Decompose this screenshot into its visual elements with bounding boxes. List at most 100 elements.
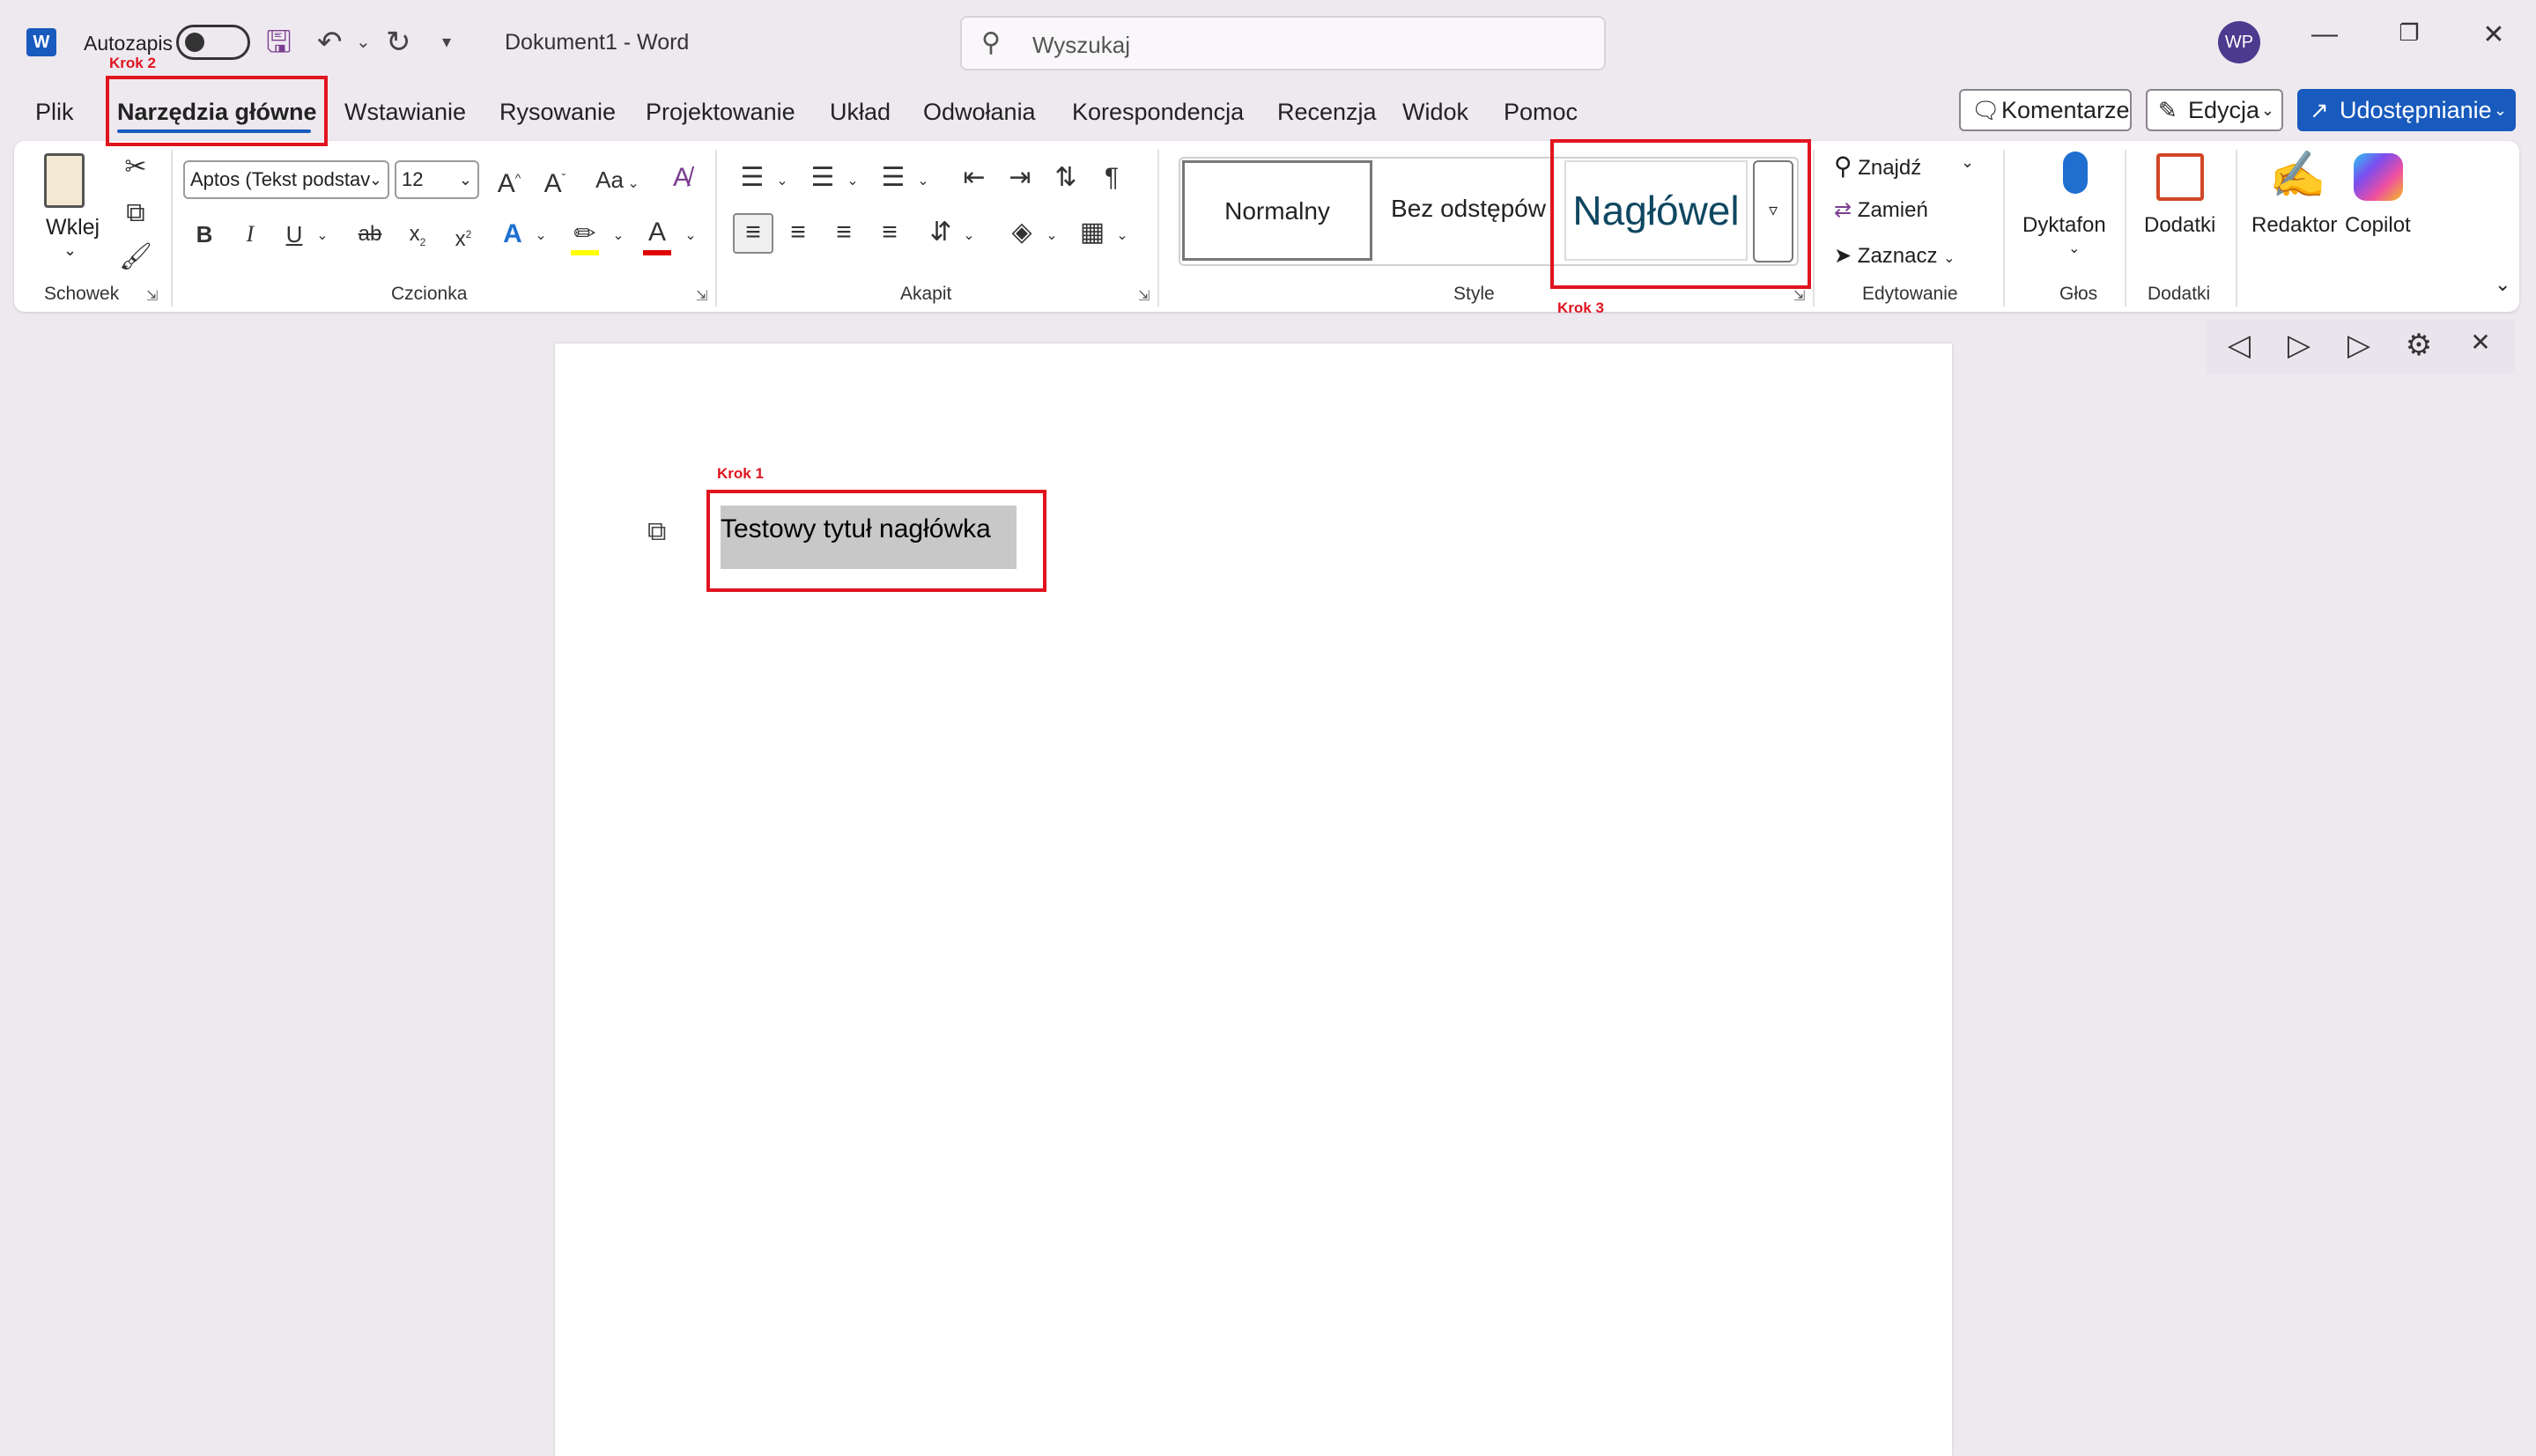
- align-right-icon[interactable]: ≡: [826, 215, 861, 250]
- style-no-spacing[interactable]: Bez odstępów: [1376, 160, 1561, 261]
- italic-icon[interactable]: I: [233, 217, 268, 252]
- minimize-icon[interactable]: —: [2303, 19, 2347, 49]
- restore-icon[interactable]: ❐: [2387, 19, 2431, 47]
- text-effects-dropdown-icon[interactable]: ⌄: [530, 218, 551, 254]
- copilot-label[interactable]: Copilot: [2345, 213, 2411, 238]
- voice-group-label: Głos: [2059, 284, 2098, 304]
- multilevel-dropdown-icon[interactable]: ⌄: [913, 164, 934, 199]
- numbering-dropdown-icon[interactable]: ⌄: [842, 164, 863, 199]
- multilevel-list-icon[interactable]: ☰: [876, 160, 911, 196]
- clear-formatting-icon[interactable]: A̸: [662, 160, 701, 196]
- line-spacing-dropdown-icon[interactable]: ⌄: [958, 218, 980, 254]
- tab-review[interactable]: Recenzja: [1277, 99, 1377, 126]
- paste-icon[interactable]: [44, 153, 85, 208]
- play-icon[interactable]: ▷: [2277, 328, 2321, 363]
- divider: [2236, 150, 2237, 307]
- styles-launcher-icon[interactable]: ⇲: [1793, 287, 1805, 305]
- format-painter-icon[interactable]: 🖌: [118, 240, 153, 275]
- editing-label: Edycja: [2188, 97, 2260, 123]
- close-read-aloud-icon[interactable]: ✕: [2458, 328, 2503, 357]
- show-formatting-icon[interactable]: ¶: [1094, 160, 1129, 196]
- tab-references[interactable]: Odwołania: [923, 99, 1036, 126]
- tab-file[interactable]: Plik: [35, 99, 74, 126]
- editing-mode-button[interactable]: ✎ Edycja ⌄: [2146, 89, 2283, 131]
- cut-icon[interactable]: ✂: [118, 150, 153, 185]
- addins-label[interactable]: Dodatki: [2144, 213, 2215, 238]
- font-color-dropdown-icon[interactable]: ⌄: [680, 218, 701, 254]
- numbering-icon[interactable]: ☰: [805, 160, 840, 196]
- share-button[interactable]: ↗ Udostępnianie ⌄: [2297, 89, 2516, 131]
- align-center-icon[interactable]: ≡: [780, 215, 816, 250]
- subscript-icon[interactable]: x2: [398, 217, 437, 260]
- save-icon[interactable]: 🖫: [266, 23, 292, 62]
- undo-icon[interactable]: ↶: [317, 23, 343, 62]
- previous-icon[interactable]: ◁: [2217, 328, 2261, 363]
- font-name-combo[interactable]: Aptos (Tekst podstav ⌄: [183, 160, 389, 199]
- shading-dropdown-icon[interactable]: ⌄: [1041, 218, 1062, 254]
- justify-icon[interactable]: ≡: [872, 215, 907, 250]
- replace-button[interactable]: ⇄ Zamień: [1834, 197, 1928, 223]
- highlight-icon[interactable]: ✏: [566, 217, 604, 252]
- clipboard-launcher-icon[interactable]: ⇲: [146, 287, 158, 305]
- undo-dropdown-icon[interactable]: ⌄: [356, 23, 371, 62]
- tab-view[interactable]: Widok: [1402, 99, 1468, 126]
- sort-icon[interactable]: ⇅: [1048, 160, 1083, 196]
- strikethrough-icon[interactable]: ab: [351, 217, 389, 252]
- select-button[interactable]: ➤ Zaznacz ⌄: [1834, 243, 1956, 269]
- increase-indent-icon[interactable]: ⇥: [1002, 160, 1038, 196]
- bullets-icon[interactable]: ☰: [735, 160, 770, 196]
- copilot-margin-icon[interactable]: ⧉: [647, 517, 666, 547]
- tab-mailings[interactable]: Korespondencja: [1072, 99, 1244, 126]
- grow-font-icon[interactable]: A^: [490, 160, 529, 202]
- copy-icon[interactable]: ⧉: [118, 196, 153, 231]
- dictate-dropdown-icon[interactable]: ⌄: [2068, 240, 2080, 257]
- editor-label[interactable]: Redaktor: [2251, 213, 2337, 238]
- tab-help[interactable]: Pomoc: [1504, 99, 1578, 126]
- search-icon: ⚲: [981, 28, 1001, 57]
- addins-icon[interactable]: [2156, 153, 2204, 201]
- paste-label[interactable]: Wklej: [46, 215, 100, 240]
- font-color-icon[interactable]: A: [638, 215, 677, 250]
- tab-draw[interactable]: Rysowanie: [499, 99, 616, 126]
- line-spacing-icon[interactable]: ⇵: [923, 215, 958, 250]
- underline-dropdown-icon[interactable]: ⌄: [312, 218, 333, 254]
- editor-icon[interactable]: ✍: [2269, 148, 2326, 202]
- search-box[interactable]: ⚲ Wyszukaj: [960, 16, 1606, 70]
- close-icon[interactable]: ✕: [2472, 19, 2516, 50]
- borders-dropdown-icon[interactable]: ⌄: [1112, 218, 1133, 254]
- underline-icon[interactable]: U: [277, 217, 312, 252]
- tab-design[interactable]: Projektowanie: [646, 99, 795, 126]
- text-effects-icon[interactable]: A: [493, 217, 532, 252]
- align-left-icon[interactable]: ≡: [733, 213, 773, 254]
- collapse-ribbon-icon[interactable]: ⌄: [2495, 273, 2510, 296]
- find-dropdown-icon[interactable]: ⌄: [1961, 153, 1974, 172]
- annotation-label-step3: Krok 3: [1557, 299, 1604, 316]
- style-normal[interactable]: Normalny: [1182, 160, 1372, 261]
- paragraph-launcher-icon[interactable]: ⇲: [1138, 287, 1150, 305]
- bullets-dropdown-icon[interactable]: ⌄: [772, 164, 793, 199]
- decrease-indent-icon[interactable]: ⇤: [957, 160, 992, 196]
- shrink-font-icon[interactable]: Aˇ: [536, 160, 574, 202]
- autosave-toggle[interactable]: [176, 25, 250, 60]
- tab-layout[interactable]: Układ: [830, 99, 891, 126]
- superscript-icon[interactable]: x2: [444, 217, 483, 257]
- tab-insert[interactable]: Wstawianie: [344, 99, 466, 126]
- find-button[interactable]: ⚲ Znajdź: [1834, 152, 1921, 181]
- change-case-button[interactable]: Aa ⌄: [587, 162, 648, 202]
- dictate-label[interactable]: Dyktafon: [2022, 213, 2106, 238]
- avatar[interactable]: WP: [2218, 21, 2260, 63]
- next-icon[interactable]: ▷: [2337, 328, 2381, 363]
- font-launcher-icon[interactable]: ⇲: [696, 287, 707, 305]
- highlight-dropdown-icon[interactable]: ⌄: [608, 218, 629, 254]
- customize-qat-icon[interactable]: ▾: [442, 23, 451, 62]
- microphone-icon[interactable]: [2063, 152, 2088, 194]
- comments-button[interactable]: 🗨 Komentarze: [1959, 89, 2132, 131]
- bold-icon[interactable]: B: [187, 217, 222, 252]
- borders-icon[interactable]: ▦: [1075, 215, 1110, 250]
- copilot-icon[interactable]: [2354, 153, 2403, 201]
- paste-dropdown-icon[interactable]: ⌄: [63, 241, 77, 260]
- reading-settings-icon[interactable]: ⚙: [2397, 328, 2441, 363]
- redo-icon[interactable]: ↻: [386, 23, 411, 62]
- font-size-combo[interactable]: 12 ⌄: [395, 160, 479, 199]
- shading-icon[interactable]: ◈: [1004, 215, 1039, 250]
